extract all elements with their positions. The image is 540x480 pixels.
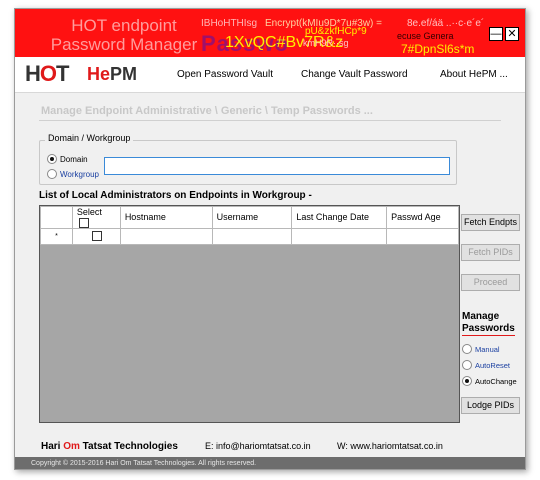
row-header-cell [40,206,73,229]
column-header-hostname[interactable]: Hostname [119,206,213,229]
list-title: List of Local Administrators on Endpoint… [39,190,312,201]
column-header-last-change-date[interactable]: Last Change Date [291,206,388,229]
radio-indicator[interactable] [462,376,472,386]
fetch-endpts-button[interactable]: Fetch Endpts [461,214,520,231]
column-header-select[interactable]: Select [71,206,121,229]
menu-change-vault-password[interactable]: Change Vault Password [301,69,408,80]
title-decoration: 8e.ef/áä ..··c·e´e´ [407,18,485,29]
product-logo-he: He [87,64,111,84]
administrators-grid[interactable]: Select Hostname Username Last Change Dat… [39,205,460,423]
radio-workgroup[interactable]: Workgroup [47,169,99,179]
divider [39,120,501,121]
hostname-cell[interactable] [119,227,213,245]
company-name-om: Om [63,441,80,452]
app-window: HOT endpoint Password Manager IBHoHTHIsg… [14,8,526,470]
lodge-pids-button[interactable]: Lodge PIDs [461,397,520,414]
radio-manual[interactable]: Manual [462,344,500,354]
radio-autoreset[interactable]: AutoReset [462,360,510,370]
company-name: Hari Om Tatsat Technologies [41,441,178,452]
product-logo-pm: PM [110,64,138,84]
company-name-b: Tatsat Technologies [79,441,178,452]
page-subtitle: Manage Endpoint Administrative \ Generic… [41,105,373,117]
radio-autochange[interactable]: AutoChange [462,376,517,386]
column-header-passwd-age[interactable]: Passwd Age [386,206,459,229]
grid-header-row: Select Hostname Username Last Change Dat… [40,206,459,229]
radio-indicator[interactable] [47,169,57,179]
radio-indicator[interactable] [47,154,57,164]
domain-input[interactable] [104,157,450,175]
company-name-a: Hari [41,441,64,452]
radio-autochange-label: AutoChange [475,376,517,386]
grid-table: Select Hostname Username Last Change Dat… [40,206,459,245]
username-cell[interactable] [211,227,293,245]
window-title-line1: HOT endpoint [71,16,177,35]
passwd-age-cell[interactable] [386,227,459,245]
title-decoration: pU&zkfHCp*9 [305,26,367,37]
product-logo: HePM [87,64,137,85]
logo-letter-t: T [56,61,69,86]
title-decoration: IBHoHTHIsg [201,18,258,29]
manage-title-line1: Manage [462,311,500,322]
contact-website: W: www.hariomtatsat.co.in [337,441,443,451]
contact-email: E: info@hariomtatsat.co.in [205,441,311,451]
title-decoration: ecuse Genera [397,31,454,41]
window-title: HOT endpoint Password Manager [29,16,219,54]
row-select-cell[interactable] [71,227,121,245]
last-change-date-cell[interactable] [291,227,388,245]
radio-domain-label: Domain [60,154,88,164]
fetch-pids-button[interactable]: Fetch PIDs [461,244,520,261]
column-header-username[interactable]: Username [211,206,293,229]
manage-title-line2: Passwords [462,323,515,336]
close-button[interactable]: ✕ [505,27,519,41]
title-decoration: 7#DpnSl6s*m [401,42,475,56]
logo-letter-o: O [39,61,57,86]
select-all-checkbox[interactable] [78,217,89,228]
proceed-button[interactable]: Proceed [461,274,520,291]
menu-about[interactable]: About HePM ... [440,69,508,80]
header-bar: HOT HePM Open Password Vault Change Vaul… [15,57,525,93]
new-row-marker: * [40,227,73,245]
minimize-button[interactable]: — [489,27,503,41]
radio-autoreset-label: AutoReset [475,360,511,370]
radio-domain[interactable]: Domain [47,154,88,164]
copyright-bar: Copyright © 2015-2016 Hari Om Tatsat Tec… [15,457,525,469]
manage-passwords-heading: Manage Passwords [462,311,515,336]
table-row[interactable]: * [40,227,459,245]
hot-logo: HOT [25,61,70,87]
title-decoration: kmH9R··sg [303,38,349,48]
radio-indicator[interactable] [462,344,472,354]
radio-manual-label: Manual [475,344,500,354]
title-bar[interactable]: HOT endpoint Password Manager IBHoHTHIsg… [15,9,525,57]
group-legend: Domain / Workgroup [45,133,134,143]
menu-open-vault[interactable]: Open Password Vault [177,69,273,80]
radio-workgroup-label: Workgroup [60,169,99,179]
window-title-line2: Password Manager [50,35,198,54]
radio-indicator[interactable] [462,360,472,370]
row-checkbox[interactable] [92,231,103,242]
logo-letter-h: H [25,61,41,86]
